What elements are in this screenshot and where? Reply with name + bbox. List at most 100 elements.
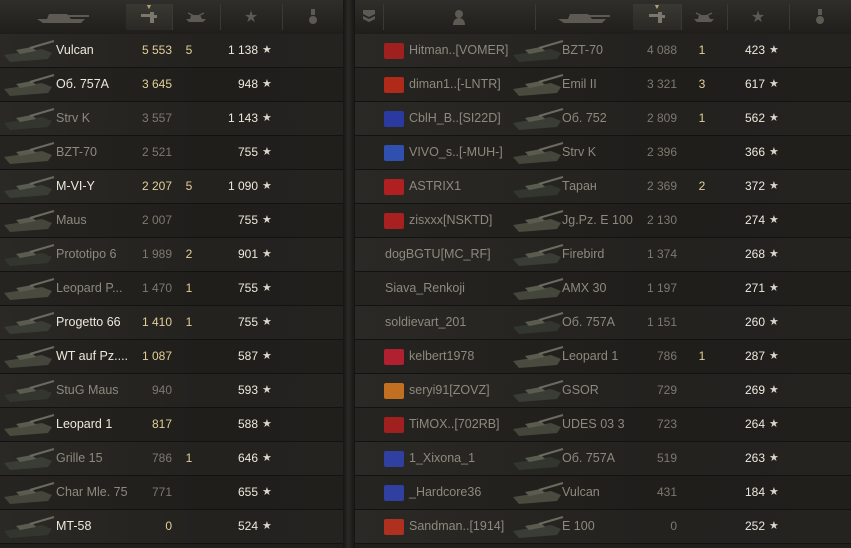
frags-value: 5 (185, 179, 193, 193)
tank-image-icon (4, 40, 55, 62)
table-row[interactable]: CblH_B..[SI22D] Об. 752 2 809 1 562 ★ (355, 102, 851, 136)
table-row[interactable]: 1_Xixona_1 Об. 757А 519 263 ★ (355, 442, 851, 476)
damage-value: 1 989 (141, 247, 172, 261)
tank-name: UDES 03 3 (562, 417, 625, 431)
clan-emblem-icon (384, 451, 404, 467)
table-row[interactable]: Prototipo 6 1 989 2 901 ★ (0, 238, 343, 272)
frags-value (178, 204, 200, 237)
damage-value: 2 809 (646, 111, 677, 125)
platoon-column-header[interactable] (355, 4, 384, 30)
medal-icon (816, 9, 824, 24)
frags-value (691, 442, 713, 475)
table-row[interactable]: _Hardcore36 Vulcan 431 184 ★ (355, 476, 851, 510)
table-row[interactable]: soldievart_201 Об. 757А 1 151 260 ★ (355, 306, 851, 340)
player-name: kelbert1978 (409, 349, 475, 363)
table-row[interactable]: zisxxx[NSKTD] Jg.Pz. E 100 2 130 274 ★ (355, 204, 851, 238)
damage-column-header[interactable]: ▼ (126, 4, 173, 30)
damage-value: 729 (656, 383, 677, 397)
table-row[interactable]: kelbert1978 Leopard 1 786 1 287 ★ (355, 340, 851, 374)
table-row[interactable]: Char Mle. 75 771 655 ★ (0, 476, 343, 510)
damage-value: 0 (670, 519, 677, 533)
tank-name: Emil II (562, 77, 597, 91)
frags-value: 1 (185, 281, 193, 295)
frags-value (178, 476, 200, 509)
frags-value (691, 272, 713, 305)
xp-value: 901 (237, 247, 258, 261)
table-row[interactable]: ASTRIX1 Таран 2 369 2 372 ★ (355, 170, 851, 204)
table-row[interactable]: Об. 757А 3 645 948 ★ (0, 68, 343, 102)
xp-column-header-right[interactable]: ★ (727, 4, 790, 30)
tank-image-icon (513, 108, 564, 130)
damage-column-header-right[interactable]: ▼ (633, 4, 682, 30)
medal-icon (308, 9, 317, 24)
xp-value: 271 (744, 281, 765, 295)
table-row[interactable]: dogBGTU[MC_RF] Firebird 1 374 268 ★ (355, 238, 851, 272)
damage-value: 4 088 (646, 43, 677, 57)
tank-name: BZT-70 (56, 145, 97, 159)
damage-value: 2 521 (141, 145, 172, 159)
table-row[interactable]: Vulcan 5 553 5 1 138 ★ (0, 34, 343, 68)
xp-column-header[interactable]: ★ (220, 4, 283, 30)
table-row[interactable]: Leopard 1 817 588 ★ (0, 408, 343, 442)
damage-value: 1 410 (141, 315, 172, 329)
frags-value (178, 408, 200, 441)
tank-image-icon (4, 312, 55, 334)
tank-column-header[interactable] (0, 4, 127, 30)
medal-column-header-right[interactable] (789, 4, 851, 30)
tank-column-header-right[interactable] (535, 4, 634, 30)
table-row[interactable]: StuG Maus 940 593 ★ (0, 374, 343, 408)
frags-column-header[interactable] (172, 4, 221, 30)
table-row[interactable]: Siava_Renkoji AMX 30 1 197 271 ★ (355, 272, 851, 306)
table-row[interactable]: Leopard P... 1 470 1 755 ★ (0, 272, 343, 306)
tank-image-icon (513, 244, 564, 266)
medal-column-header[interactable] (282, 4, 343, 30)
table-row[interactable]: Maus 2 007 755 ★ (0, 204, 343, 238)
table-row[interactable]: M-VI-Y 2 207 5 1 090 ★ (0, 170, 343, 204)
xp-value: 372 (744, 179, 765, 193)
frags-value (178, 374, 200, 407)
table-row[interactable]: Strv K 3 557 1 143 ★ (0, 102, 343, 136)
frags-value (691, 408, 713, 441)
frags-value (178, 136, 200, 169)
frags-column-header-right[interactable] (681, 4, 728, 30)
xp-star-icon: ★ (262, 384, 272, 396)
sort-indicator-icon: ▼ (145, 4, 153, 11)
tank-name: Vulcan (56, 43, 94, 57)
xp-value: 260 (744, 315, 765, 329)
table-row[interactable]: seryi91[ZOVZ] GSOR 729 269 ★ (355, 374, 851, 408)
xp-value: 755 (237, 145, 258, 159)
table-row[interactable]: Sandman..[1914] E 100 0 252 ★ (355, 510, 851, 544)
xp-value: 948 (237, 77, 258, 91)
damage-value: 0 (165, 519, 172, 533)
xp-star-icon: ★ (262, 214, 272, 226)
damage-icon (649, 12, 665, 23)
table-row[interactable]: MT-58 0 524 ★ (0, 510, 343, 544)
table-row[interactable]: VIVO_s..[-MUH-] Strv K 2 396 366 ★ (355, 136, 851, 170)
table-row[interactable]: Hitman..[VOMER] BZT-70 4 088 1 423 ★ (355, 34, 851, 68)
table-row[interactable]: Progetto 66 1 410 1 755 ★ (0, 306, 343, 340)
player-column-header[interactable] (383, 4, 536, 30)
tank-name: Strv K (562, 145, 597, 159)
table-row[interactable]: WT auf Pz.... 1 087 587 ★ (0, 340, 343, 374)
table-row[interactable]: diman1..[-LNTR] Emil II 3 321 3 617 ★ (355, 68, 851, 102)
xp-value: 184 (744, 485, 765, 499)
frags-value: 5 (185, 43, 193, 57)
table-row[interactable]: TiMOX..[702RB] UDES 03 3 723 264 ★ (355, 408, 851, 442)
frags-value (691, 510, 713, 543)
xp-star-icon: ★ (262, 112, 272, 124)
clan-emblem-icon (384, 43, 404, 59)
xp-star-icon: ★ (769, 452, 779, 464)
xp-star-icon: ★ (262, 316, 272, 328)
tank-name: WT auf Pz.... (56, 349, 129, 363)
tank-image-icon (4, 108, 55, 130)
tank-name: Maus (56, 213, 87, 227)
tank-image-icon (4, 74, 55, 96)
table-row[interactable]: Grille 15 786 1 646 ★ (0, 442, 343, 476)
left-header: ▼ ★ (0, 0, 343, 35)
tank-name: Prototipo 6 (56, 247, 117, 261)
tank-image-icon (4, 210, 55, 232)
frags-value (691, 136, 713, 169)
table-row[interactable]: BZT-70 2 521 755 ★ (0, 136, 343, 170)
xp-value: 655 (237, 485, 258, 499)
clan-emblem-icon (384, 349, 404, 365)
